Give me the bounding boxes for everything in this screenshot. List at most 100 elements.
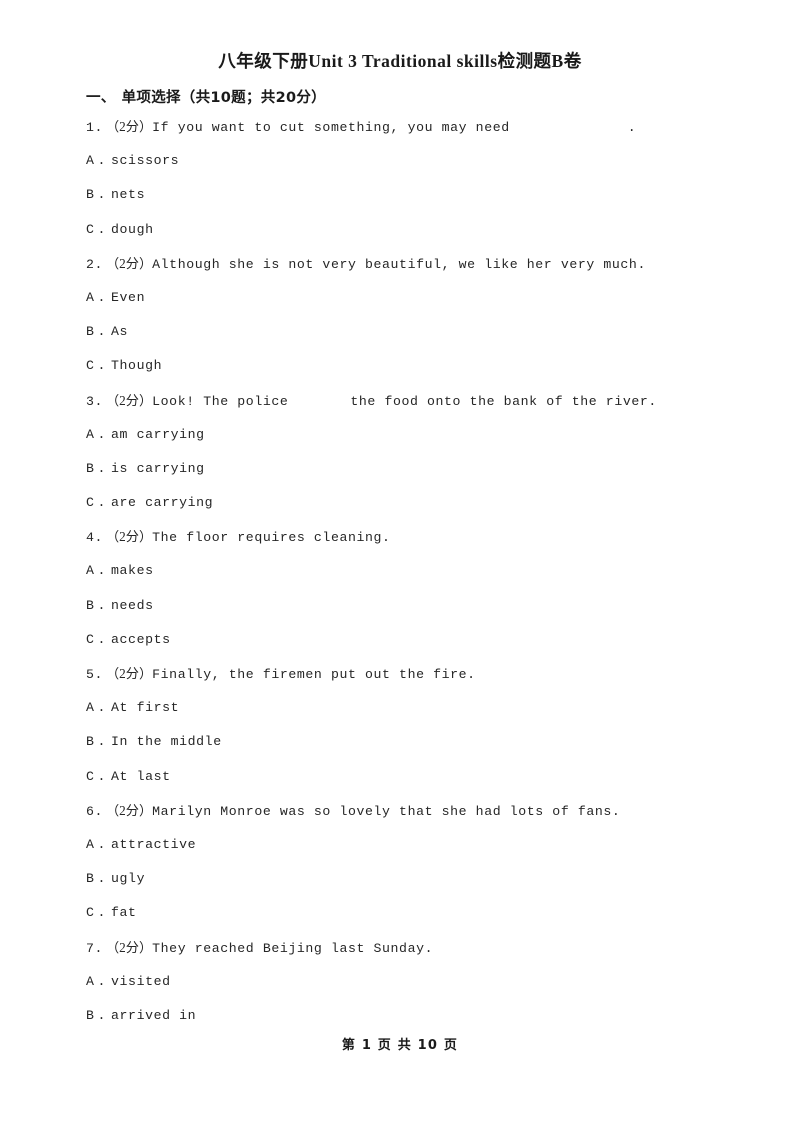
option-text: needs — [111, 597, 154, 613]
answer-blank[interactable] — [510, 121, 628, 134]
option-separator: . — [97, 495, 107, 511]
answer-blank[interactable] — [288, 395, 350, 408]
option-letter: B — [86, 871, 95, 887]
option-text: At last — [111, 768, 171, 784]
option-separator: . — [97, 734, 107, 750]
question-number: 7. — [86, 940, 104, 956]
option-letter: A — [86, 836, 95, 852]
option-a[interactable]: A. attractive — [86, 838, 726, 872]
option-separator: . — [97, 871, 107, 887]
question-number: 3. — [86, 393, 104, 409]
option-b[interactable]: B. needs — [86, 597, 726, 633]
option-a[interactable]: A. At first — [86, 701, 726, 735]
option-letter: C — [86, 905, 95, 921]
option-separator: . — [97, 358, 107, 374]
question-score: （2分） — [106, 255, 153, 271]
option-b[interactable]: B. nets — [86, 188, 726, 222]
question-text: If you want to cut something, you may ne… — [152, 120, 510, 135]
option-text: is carrying — [111, 460, 205, 476]
option-a[interactable]: A. Even — [86, 291, 726, 325]
section-header: 一、 单项选择（共10题；共20分） — [86, 86, 326, 107]
page-footer: 第 1 页 共 10 页 — [341, 1038, 459, 1053]
option-a[interactable]: A. am carrying — [86, 426, 726, 462]
question-line: 6. （2分）Marilyn Monroe was so lovely that … — [86, 804, 726, 838]
option-text: are carrying — [111, 495, 214, 511]
section-label: 单项选择（共10题；共20分） — [121, 90, 326, 106]
option-c[interactable]: C. are carrying — [86, 496, 726, 530]
question-number: 1. — [86, 120, 104, 135]
option-b[interactable]: B. In the middle — [86, 735, 726, 769]
option-c[interactable]: C. Though — [86, 359, 726, 393]
question-text-after: the food onto the bank of the river. — [350, 393, 657, 409]
option-letter: A — [86, 426, 95, 442]
option-separator: . — [97, 631, 107, 647]
option-separator: . — [97, 905, 107, 921]
option-a[interactable]: A. makes — [86, 564, 726, 598]
question-line: 2. （2分）Although she is not very beautiful… — [86, 257, 726, 291]
option-letter: A — [86, 153, 95, 169]
question-line: 7. （2分）They reached Beijing last Sunday. — [86, 939, 726, 975]
option-c[interactable]: C. At last — [86, 768, 726, 804]
question-number: 6. — [86, 803, 104, 819]
option-b[interactable]: B. As — [86, 325, 726, 359]
question-text: Look! The police — [152, 393, 289, 409]
option-letter: A — [86, 563, 95, 579]
option-c[interactable]: C. dough — [86, 221, 726, 257]
question-number: 2. — [86, 256, 104, 272]
option-text: fat — [111, 905, 137, 921]
option-b[interactable]: B. ugly — [86, 872, 726, 906]
option-text: nets — [111, 187, 146, 203]
question-score: （2分） — [106, 666, 153, 681]
option-text: ugly — [111, 871, 146, 887]
option-separator: . — [97, 836, 107, 852]
question-score: （2分） — [106, 529, 153, 545]
option-separator: . — [97, 426, 107, 442]
question-text: Although she is not very beautiful, we l… — [152, 256, 646, 272]
option-separator: . — [97, 187, 107, 203]
document-page: 八年级下册Unit 3 Traditional skills检测题B卷 一、 单项… — [0, 0, 800, 1132]
option-letter: B — [86, 1007, 95, 1023]
option-text: Even — [111, 289, 146, 305]
question-number: 5. — [86, 667, 104, 682]
option-letter: C — [86, 631, 95, 647]
option-letter: C — [86, 221, 95, 237]
option-text: scissors — [111, 153, 180, 169]
option-letter: B — [86, 460, 95, 476]
page-title: 八年级下册Unit 3 Traditional skills检测题B卷 — [218, 51, 582, 71]
question-score: （2分） — [106, 392, 153, 408]
option-a[interactable]: A. visited — [86, 973, 726, 1009]
option-separator: . — [97, 324, 107, 340]
question-line: 4. （2分）The floor requires cleaning. — [86, 530, 726, 564]
option-text: makes — [111, 563, 154, 579]
option-b[interactable]: B. is carrying — [86, 462, 726, 496]
question-text: The floor requires cleaning. — [152, 530, 391, 546]
option-separator: . — [97, 768, 107, 784]
option-letter: B — [86, 597, 95, 613]
question-text: Marilyn Monroe was so lovely that she ha… — [152, 803, 621, 819]
question-list: 1. （2分）If you want to cut something, you … — [86, 120, 726, 1043]
option-letter: B — [86, 324, 95, 340]
question-score: （2分） — [106, 119, 153, 134]
option-text: attractive — [111, 836, 197, 852]
option-c[interactable]: C. fat — [86, 906, 726, 940]
question-text: They reached Beijing last Sunday. — [152, 940, 434, 956]
option-separator: . — [97, 1007, 107, 1023]
option-separator: . — [97, 563, 107, 579]
option-letter: A — [86, 289, 95, 305]
option-text: am carrying — [111, 426, 205, 442]
option-c[interactable]: C. accepts — [86, 633, 726, 667]
question-line: 3. （2分）Look! The police the food onto the… — [86, 392, 726, 428]
question-score: （2分） — [106, 802, 153, 818]
question-score: （2分） — [106, 939, 153, 955]
option-letter: C — [86, 358, 95, 374]
question-text: Finally, the firemen put out the fire. — [152, 667, 476, 682]
option-text: As — [111, 324, 129, 340]
option-text: accepts — [111, 631, 171, 647]
section-number: 一、 — [86, 90, 116, 106]
question-line: 5. （2分）Finally, the firemen put out the f… — [86, 667, 726, 701]
option-separator: . — [97, 153, 107, 169]
option-text: visited — [111, 973, 171, 989]
option-a[interactable]: A. scissors — [86, 154, 726, 188]
option-text: dough — [111, 221, 154, 237]
option-separator: . — [97, 973, 107, 989]
